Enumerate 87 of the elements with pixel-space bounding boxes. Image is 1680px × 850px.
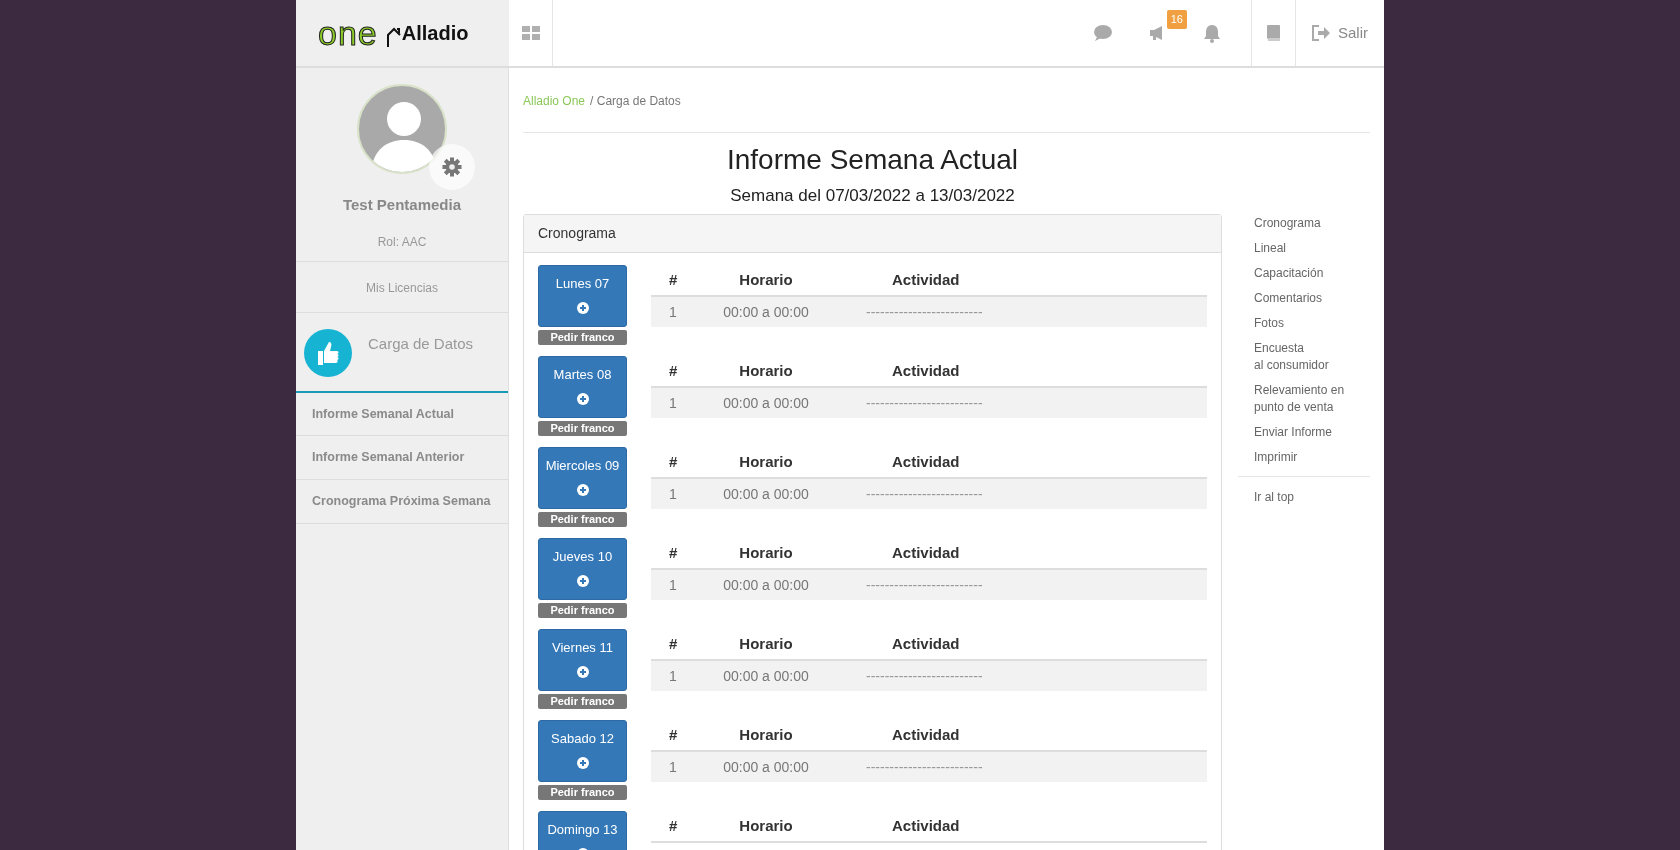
column-header: Actividad [891, 724, 961, 745]
section-nav-link[interactable]: Capacitación [1238, 261, 1370, 286]
column-header: # [668, 724, 679, 745]
table-cell-text: 1 [668, 484, 678, 504]
plus-circle-icon [576, 665, 589, 678]
day-off-request-button[interactable]: Pedir franco [538, 694, 627, 710]
section-nav-link[interactable]: Encuesta al consumidor [1238, 336, 1370, 378]
day-off-request-button[interactable]: Pedir franco [538, 421, 627, 437]
logo-text: one [318, 16, 378, 50]
table-cell-text: ------------------------- [865, 666, 984, 686]
column-header: Actividad [891, 815, 961, 836]
table-cell-text: 00:00 a 00:00 [722, 666, 810, 686]
logo-text: Alladio [401, 21, 469, 46]
plus-circle-icon [576, 301, 589, 314]
notification-count: 16 [1166, 10, 1187, 29]
table-cell-text: 00:00 a 00:00 [722, 757, 810, 777]
table-cell-text: ------------------------- [865, 575, 984, 595]
column-header: # [668, 815, 679, 836]
column-header: Horario [738, 360, 794, 381]
column-header: Actividad [891, 542, 961, 563]
column-header: Horario [738, 542, 794, 563]
day-button[interactable]: Sabado 12 [538, 720, 627, 783]
column-header: # [668, 542, 679, 563]
column-header: # [668, 451, 679, 472]
sidebar-item[interactable]: Informe Semanal Anterior [296, 436, 508, 480]
plus-circle-icon [576, 756, 589, 769]
plus-circle-icon [576, 483, 589, 496]
column-header: Horario [738, 451, 794, 472]
licenses-link[interactable]: Mis Licencias [366, 280, 438, 295]
table-cell-text: ------------------------- [865, 757, 984, 777]
day-button[interactable]: Martes 08 [538, 356, 627, 419]
thumbs-up-icon [304, 328, 352, 377]
column-header: # [668, 269, 679, 290]
table-cell-text: 00:00 a 00:00 [722, 575, 810, 595]
page-title: Informe Semana Actual [725, 143, 1019, 177]
plus-circle-icon [576, 574, 589, 587]
column-header: Horario [738, 724, 794, 745]
day-button[interactable]: Lunes 07 [538, 265, 627, 328]
column-header: # [668, 633, 679, 654]
column-header: Actividad [891, 269, 961, 290]
page-subtitle: Semana del 07/03/2022 a 13/03/2022 [729, 184, 1016, 207]
sidebar-item[interactable]: Informe Semanal Actual [296, 392, 508, 437]
table-cell-text: 1 [668, 575, 678, 595]
section-nav-link[interactable]: Cronograma [1238, 211, 1370, 236]
house-icon [385, 26, 402, 48]
back-to-top-link[interactable]: Ir al top [1238, 485, 1370, 510]
plus-circle-icon [576, 392, 589, 405]
column-header: Actividad [891, 633, 961, 654]
day-off-request-button[interactable]: Pedir franco [538, 603, 627, 619]
day-off-request-button[interactable]: Pedir franco [538, 330, 627, 346]
section-title: Carga de Datos [368, 333, 474, 354]
column-header: Actividad [891, 451, 961, 472]
day-button[interactable]: Domingo 13 [538, 811, 627, 850]
user-name: Test Pentamedia [342, 195, 462, 215]
settings-icon[interactable] [442, 157, 462, 177]
section-nav-link[interactable]: Comentarios [1238, 286, 1370, 311]
table-cell-text: 00:00 a 00:00 [722, 484, 810, 504]
column-header: Horario [738, 269, 794, 290]
table-cell-text: 1 [668, 393, 678, 413]
table-cell-text: 1 [668, 666, 678, 686]
section-nav-link[interactable]: Relevamiento en punto de venta [1238, 378, 1370, 420]
section-nav-link[interactable]: Lineal [1238, 236, 1370, 261]
section-nav-link[interactable]: Fotos [1238, 311, 1370, 336]
breadcrumb-current: / Carga de Datos [590, 94, 681, 108]
day-off-request-button[interactable]: Pedir franco [538, 785, 627, 801]
section-nav-link[interactable]: Imprimir [1238, 445, 1370, 470]
column-header: # [668, 360, 679, 381]
day-button[interactable]: Viernes 11 [538, 629, 627, 692]
column-header: Actividad [891, 360, 961, 381]
table-cell-text: ------------------------- [865, 302, 984, 322]
user-role: Rol: AAC [377, 233, 427, 251]
table-cell-text: 1 [668, 302, 678, 322]
table-cell-text: ------------------------- [865, 393, 984, 413]
column-header: Horario [738, 633, 794, 654]
panel-title: Cronograma [524, 215, 1221, 254]
logout-button[interactable]: Salir [1296, 0, 1384, 66]
sidebar-item[interactable]: Cronograma Próxima Semana [296, 480, 508, 524]
day-button[interactable]: Miercoles 09 [538, 447, 627, 510]
table-cell-text: 1 [668, 757, 678, 777]
table-cell-text: ------------------------- [865, 484, 984, 504]
table-cell-text: 00:00 a 00:00 [722, 393, 810, 413]
section-nav-link[interactable]: Enviar Informe [1238, 420, 1370, 445]
table-cell-text: 00:00 a 00:00 [722, 302, 810, 322]
day-off-request-button[interactable]: Pedir franco [538, 512, 627, 528]
day-button[interactable]: Jueves 10 [538, 538, 627, 601]
logout-icon [1312, 25, 1330, 41]
column-header: Horario [738, 815, 794, 836]
